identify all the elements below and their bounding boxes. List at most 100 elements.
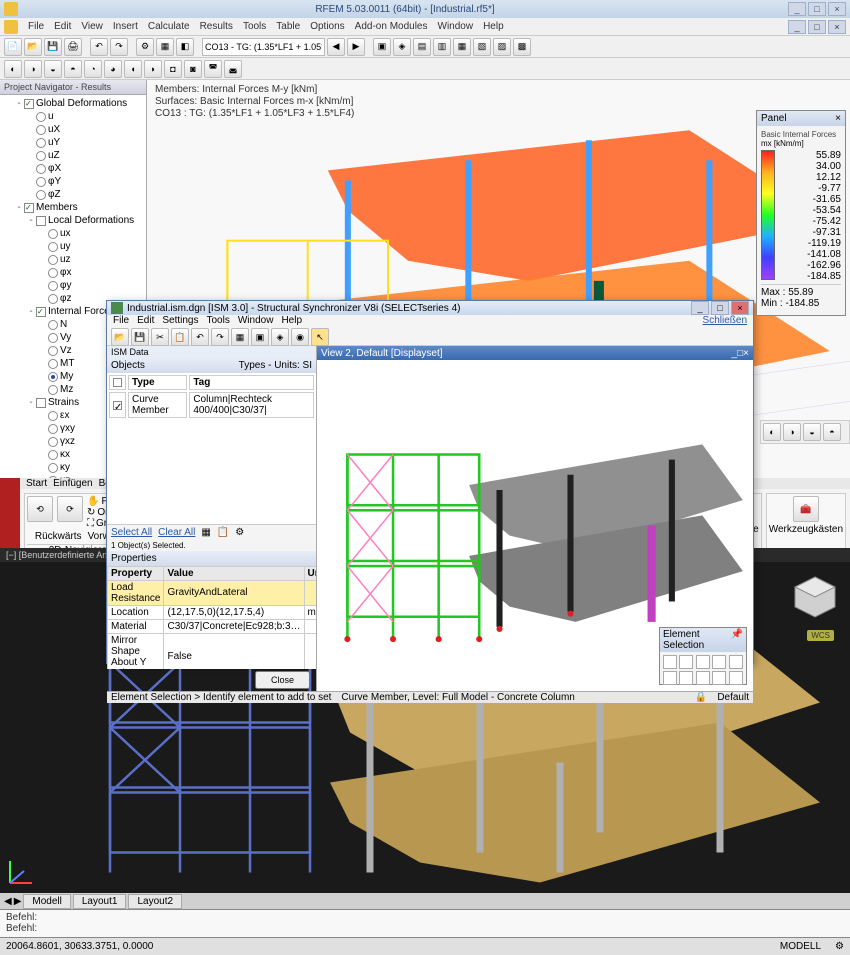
tool-icon[interactable]: ✂ (151, 328, 169, 346)
ism-close-link[interactable]: Schließen (703, 315, 747, 326)
panel-pin-icon[interactable]: 📌 (731, 629, 743, 651)
wcs-button[interactable]: WCS (807, 630, 834, 641)
tool-icon[interactable]: ◧ (176, 38, 194, 56)
tree-item[interactable]: uz (2, 253, 144, 266)
table-row[interactable]: Location(12,17.5,0)(12,17.5,4)m (108, 605, 317, 619)
back-icon[interactable]: ⟲ (27, 496, 53, 522)
tool-icon[interactable]: ↷ (211, 328, 229, 346)
tool-icon[interactable]: ▧ (473, 38, 491, 56)
tool-icon[interactable]: ◔ (84, 60, 102, 78)
tree-item[interactable]: uX (2, 123, 144, 136)
tool-icon[interactable]: ▨ (493, 38, 511, 56)
mdi-minimize[interactable]: _ (788, 20, 806, 34)
settings-icon[interactable]: ⚙ (235, 527, 244, 538)
new-icon[interactable]: 📄 (4, 38, 22, 56)
ism-menu-file[interactable]: File (113, 315, 129, 326)
tool-icon[interactable]: ◒ (44, 60, 62, 78)
tree-item[interactable]: uy (2, 240, 144, 253)
toolbox-icon[interactable]: 🧰 (793, 496, 819, 522)
menu-addon[interactable]: Add-on Modules (355, 21, 428, 32)
table-row[interactable]: Load ResistanceGravityAndLateral (108, 580, 317, 605)
tool-icon[interactable]: ◈ (393, 38, 411, 56)
clear-all-link[interactable]: Clear All (158, 527, 195, 538)
sel-mode-icon[interactable] (663, 671, 677, 685)
tree-item[interactable]: uZ (2, 149, 144, 162)
forward-icon[interactable]: ⟳ (57, 496, 83, 522)
ism-menu-window[interactable]: Window (238, 315, 274, 326)
redo-icon[interactable]: ↷ (110, 38, 128, 56)
tool-icon[interactable]: 💾 (131, 328, 149, 346)
tool-icon[interactable]: ▦ (453, 38, 471, 56)
tree-item[interactable]: uY (2, 136, 144, 149)
menu-view[interactable]: View (81, 21, 103, 32)
tree-item[interactable]: -Local Deformations (2, 214, 144, 227)
tree-item[interactable]: -Members (2, 201, 144, 214)
menu-help[interactable]: Help (483, 21, 504, 32)
table-row[interactable]: MaterialC30/37|Concrete|Ec928;b:3… (108, 619, 317, 633)
copy-icon[interactable]: 📋 (217, 527, 229, 538)
menu-edit[interactable]: Edit (54, 21, 71, 32)
acad-tab-insert[interactable]: Einfügen (53, 478, 92, 489)
tree-item[interactable]: φY (2, 175, 144, 188)
sel-mode-icon[interactable] (696, 671, 710, 685)
filter-icon[interactable]: ▦ (201, 527, 210, 538)
acad-tab-start[interactable]: Start (26, 478, 47, 489)
tool-icon[interactable]: ▣ (373, 38, 391, 56)
tool-icon[interactable]: ⚙ (136, 38, 154, 56)
sel-mode-icon[interactable] (712, 671, 726, 685)
tool-icon[interactable]: ◘ (164, 60, 182, 78)
tool-icon[interactable]: ◓ (823, 423, 841, 441)
close-button[interactable]: × (828, 2, 846, 16)
tool-icon[interactable]: ▦ (231, 328, 249, 346)
ism-menu-help[interactable]: Help (281, 315, 302, 326)
properties-table[interactable]: PropertyValueUnits Load ResistanceGravit… (107, 566, 316, 670)
select-all-link[interactable]: Select All (111, 527, 152, 538)
panel-close-icon[interactable]: × (835, 113, 841, 124)
autocad-app-icon[interactable] (0, 478, 20, 548)
tree-item[interactable]: φZ (2, 188, 144, 201)
minimize-button[interactable]: _ (788, 2, 806, 16)
pan-icon[interactable]: ✋ (87, 496, 99, 507)
select-tool-icon[interactable]: ↖ (311, 328, 329, 346)
ism-minimize[interactable]: _ (691, 301, 709, 315)
tool-icon[interactable]: ◙ (184, 60, 202, 78)
next-icon[interactable]: ▶ (347, 38, 365, 56)
tree-item[interactable]: φX (2, 162, 144, 175)
tool-icon[interactable]: ▩ (513, 38, 531, 56)
tool-icon[interactable]: ◕ (104, 60, 122, 78)
tree-item[interactable]: u (2, 110, 144, 123)
tool-icon[interactable]: ◖ (124, 60, 142, 78)
tool-icon[interactable]: ▦ (156, 38, 174, 56)
tool-icon[interactable]: ◐ (4, 60, 22, 78)
tree-item[interactable]: φy (2, 279, 144, 292)
tool-icon[interactable]: ▣ (251, 328, 269, 346)
acad-command-line[interactable]: Befehl: Befehl: (0, 909, 850, 937)
table-row[interactable]: Mirror Shape About Y AxisFalse (108, 633, 317, 669)
ism-close[interactable]: × (731, 301, 749, 315)
orbit-icon[interactable]: ↻ (87, 507, 95, 518)
tab-layout2[interactable]: Layout2 (128, 894, 182, 909)
objects-units-toggle[interactable]: Types - Units: SI (239, 360, 312, 371)
close-button[interactable]: Close (255, 671, 310, 689)
objects-table[interactable]: TypeTag ✓Curve MemberColumn|Rechteck 400… (107, 373, 316, 420)
ism-maximize[interactable]: □ (711, 301, 729, 315)
mdi-maximize[interactable]: □ (808, 20, 826, 34)
tab-nav-next-icon[interactable]: ▶ (14, 896, 22, 907)
tool-icon[interactable]: ◒ (803, 423, 821, 441)
tab-model[interactable]: Modell (23, 894, 70, 909)
menu-results[interactable]: Results (200, 21, 233, 32)
menu-table[interactable]: Table (276, 21, 300, 32)
ism-3d-viewport[interactable]: Element Selection📌 (317, 360, 753, 691)
tab-layout1[interactable]: Layout1 (73, 894, 127, 909)
tool-icon[interactable]: ◗ (144, 60, 162, 78)
tree-item[interactable]: ux (2, 227, 144, 240)
sel-mode-icon[interactable] (679, 671, 693, 685)
sel-mode-icon[interactable] (663, 655, 677, 669)
maximize-button[interactable]: □ (808, 2, 826, 16)
undo-icon[interactable]: ↶ (90, 38, 108, 56)
tool-icon[interactable]: ◉ (291, 328, 309, 346)
tool-icon[interactable]: ↶ (191, 328, 209, 346)
tool-icon[interactable]: ◚ (204, 60, 222, 78)
sel-mode-icon[interactable] (679, 655, 693, 669)
ism-menu-edit[interactable]: Edit (137, 315, 154, 326)
